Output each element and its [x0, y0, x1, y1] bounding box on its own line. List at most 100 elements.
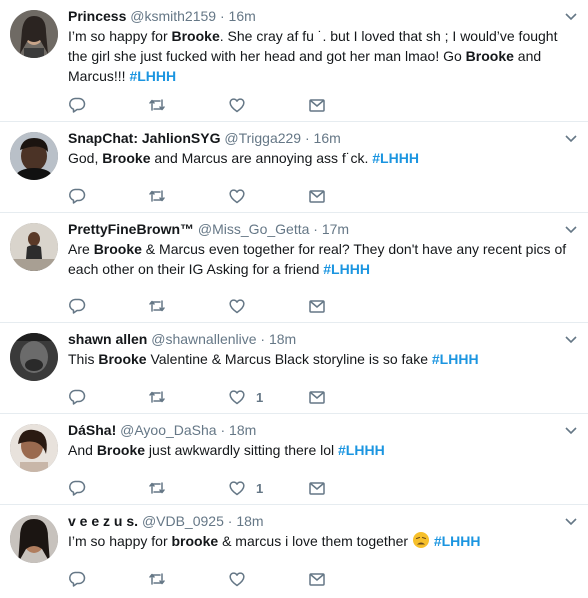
hashtag-link[interactable]: #LHHH — [432, 351, 479, 367]
text-segment: & marcus i love them together — [218, 533, 412, 549]
reply-icon — [69, 188, 86, 204]
retweet-button[interactable] — [148, 478, 228, 498]
reply-button[interactable] — [68, 296, 148, 316]
direct-message-button[interactable] — [308, 186, 388, 206]
chevron-down-icon[interactable] — [564, 514, 578, 528]
like-button[interactable] — [228, 296, 308, 316]
heart-icon — [229, 98, 245, 113]
user-handle[interactable]: @shawnallenlive — [151, 331, 256, 347]
chevron-down-icon[interactable] — [564, 131, 578, 145]
envelope-icon — [309, 573, 325, 586]
direct-message-button[interactable] — [308, 569, 388, 589]
direct-message-button[interactable] — [308, 296, 388, 316]
tweet[interactable]: Princess @ksmith2159 · 16m I’m so happy … — [0, 0, 588, 122]
tweet[interactable]: PrettyFineBrown™ @Miss_Go_Getta · 17m Ar… — [0, 213, 588, 323]
user-handle[interactable]: @ksmith2159 — [130, 8, 216, 24]
retweet-button[interactable] — [148, 186, 228, 206]
reply-button[interactable] — [68, 387, 148, 407]
tweet[interactable]: SnapChat: JahlionSYG @Trigga229 · 16m Go… — [0, 122, 588, 213]
retweet-button[interactable] — [148, 387, 228, 407]
text-segment: Valentine & Marcus Black storyline is so… — [146, 351, 432, 367]
retweet-icon — [149, 573, 165, 585]
timestamp[interactable]: 18m — [229, 422, 256, 438]
separator-dot: · — [304, 130, 310, 146]
display-name[interactable]: v e e z u s. — [68, 513, 138, 529]
highlighted-term: Brooke — [98, 351, 147, 367]
hashtag-link[interactable]: #LHHH — [129, 68, 176, 84]
like-button[interactable] — [228, 569, 308, 589]
reply-button[interactable] — [68, 186, 148, 206]
like-count: 1 — [256, 480, 264, 496]
highlighted-term: Brooke — [96, 442, 146, 458]
retweet-button[interactable] — [148, 95, 228, 115]
envelope-icon — [309, 300, 325, 313]
chevron-down-icon[interactable] — [564, 332, 578, 346]
user-handle[interactable]: @Trigga229 — [224, 130, 301, 146]
heart-icon — [229, 481, 245, 496]
hashtag-link[interactable]: #LHHH — [323, 261, 370, 277]
tweet-text: God, Brooke and Marcus are annoying ass … — [68, 148, 576, 168]
chevron-down-icon[interactable] — [564, 9, 578, 23]
retweet-button[interactable] — [148, 296, 228, 316]
envelope-icon — [309, 482, 325, 495]
tweet-header: PrettyFineBrown™ @Miss_Go_Getta · 17m — [68, 220, 349, 238]
like-button[interactable]: 1 — [228, 478, 308, 498]
timestamp[interactable]: 16m — [229, 8, 256, 24]
retweet-icon — [149, 391, 165, 403]
avatar[interactable] — [10, 223, 58, 271]
weary-face-emoji — [412, 532, 429, 548]
text-segment: Are — [68, 241, 94, 257]
direct-message-button[interactable] — [308, 478, 388, 498]
direct-message-button[interactable] — [308, 387, 388, 407]
tweet-actions — [68, 186, 388, 206]
tweet-actions — [68, 296, 388, 316]
like-button[interactable]: 1 — [228, 387, 308, 407]
timestamp[interactable]: 16m — [314, 130, 341, 146]
tweet-text: This Brooke Valentine & Marcus Black sto… — [68, 349, 576, 369]
like-button[interactable] — [228, 95, 308, 115]
heart-icon — [229, 390, 245, 405]
tweet[interactable]: v e e z u s. @VDB_0925 · 18m I’m so happ… — [0, 505, 588, 598]
display-name[interactable]: DáSha! — [68, 422, 116, 438]
timestamp[interactable]: 17m — [322, 221, 349, 237]
user-handle[interactable]: @Ayoo_DaSha — [120, 422, 216, 438]
hashtag-link[interactable]: #LHHH — [434, 533, 481, 549]
avatar[interactable] — [10, 515, 58, 563]
reply-button[interactable] — [68, 478, 148, 498]
like-button[interactable] — [228, 186, 308, 206]
avatar[interactable] — [10, 10, 58, 58]
tweet[interactable]: DáSha! @Ayoo_DaSha · 18m And Brooke just… — [0, 414, 588, 505]
retweet-icon — [149, 300, 165, 312]
avatar[interactable] — [10, 132, 58, 180]
timestamp[interactable]: 18m — [269, 331, 296, 347]
display-name[interactable]: Princess — [68, 8, 126, 24]
display-name[interactable]: shawn allen — [68, 331, 147, 347]
display-name[interactable]: PrettyFineBrown™ — [68, 221, 194, 237]
direct-message-button[interactable] — [308, 95, 388, 115]
text-segment: And — [68, 442, 97, 458]
separator-dot: · — [260, 331, 266, 347]
heart-icon — [229, 299, 245, 314]
tweet-actions — [68, 95, 388, 115]
user-handle[interactable]: @Miss_Go_Getta — [198, 221, 309, 237]
user-handle[interactable]: @VDB_0925 — [142, 513, 224, 529]
text-segment: I’m so happy for — [68, 28, 172, 44]
text-segment: God, — [68, 150, 103, 166]
reply-button[interactable] — [68, 95, 148, 115]
chevron-down-icon[interactable] — [564, 423, 578, 437]
tweet[interactable]: shawn allen @shawnallenlive · 18m This B… — [0, 323, 588, 414]
timestamp[interactable]: 18m — [236, 513, 263, 529]
avatar[interactable] — [10, 424, 58, 472]
reply-button[interactable] — [68, 569, 148, 589]
reply-icon — [69, 97, 86, 113]
text-segment: and Marcus are annoying ass f˙ck. — [150, 150, 373, 166]
hashtag-link[interactable]: #LHHH — [372, 150, 419, 166]
hashtag-link[interactable]: #LHHH — [338, 442, 385, 458]
tweet-header: Princess @ksmith2159 · 16m — [68, 7, 256, 25]
display-name[interactable]: SnapChat: JahlionSYG — [68, 130, 220, 146]
avatar[interactable] — [10, 333, 58, 381]
envelope-icon — [309, 190, 325, 203]
retweet-button[interactable] — [148, 569, 228, 589]
reply-icon — [69, 571, 86, 587]
chevron-down-icon[interactable] — [564, 222, 578, 236]
